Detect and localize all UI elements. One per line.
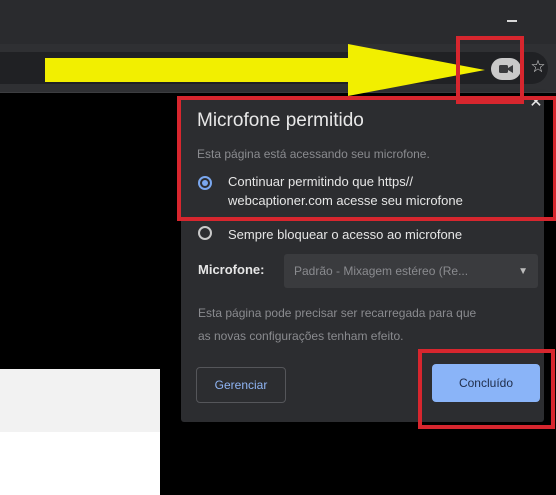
chevron-down-icon: ▼: [518, 265, 528, 277]
minimize-icon[interactable]: [505, 14, 521, 26]
reload-note-line1: Esta página pode precisar ser recarregad…: [198, 306, 477, 320]
reload-note-line2: as novas configurações tenham efeito.: [198, 329, 404, 343]
annotation-box-done: [418, 349, 555, 429]
option-always-block-label[interactable]: Sempre bloquear o acesso ao microfone: [228, 225, 462, 244]
bookmark-star-icon[interactable]: ☆: [528, 57, 548, 77]
microphone-label: Microfone:: [198, 262, 265, 277]
microphone-select[interactable]: Padrão - Mixagem estéreo (Re... ▼: [284, 254, 538, 288]
manage-button[interactable]: Gerenciar: [196, 367, 286, 403]
radio-always-block[interactable]: [198, 226, 212, 240]
microphone-select-value: Padrão - Mixagem estéreo (Re...: [294, 264, 469, 278]
annotation-box-permission: [177, 96, 556, 221]
annotation-arrow: [45, 44, 485, 96]
screenshot-root: ☆ ✕ Microfone permitido Esta página está…: [0, 0, 556, 495]
annotation-box-camera: [456, 36, 524, 104]
